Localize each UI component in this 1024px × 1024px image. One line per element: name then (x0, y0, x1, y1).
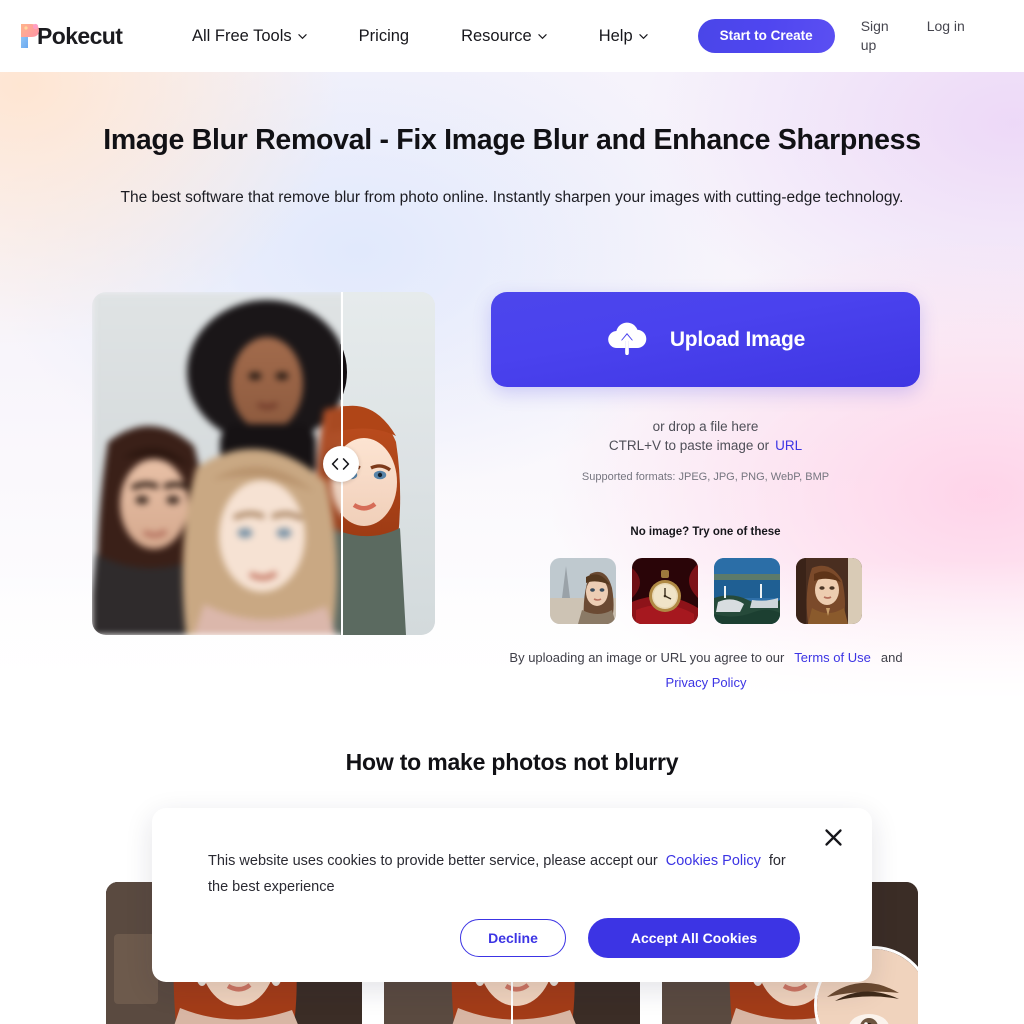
terms-of-use-link[interactable]: Terms of Use (794, 650, 871, 665)
decline-cookies-button[interactable]: Decline (460, 919, 566, 957)
close-icon[interactable] (818, 822, 848, 852)
nav-item-help[interactable]: Help (573, 27, 674, 46)
cookie-banner: This website uses cookies to provide bet… (152, 808, 872, 982)
logo-text: Pokecut (37, 23, 123, 49)
before-after-slider[interactable] (92, 292, 435, 635)
nav-label: Resource (461, 26, 532, 45)
start-to-create-button[interactable]: Start to Create (697, 19, 835, 53)
pokecut-logo-icon (18, 21, 44, 51)
chevron-down-icon (638, 32, 648, 41)
sample-pocket-watch[interactable] (631, 558, 698, 624)
chevron-down-icon (297, 32, 307, 41)
nav-label: All Free Tools (192, 26, 292, 45)
nav-item-all-free-tools[interactable]: All Free Tools (166, 27, 333, 46)
sample-images-label: No image? Try one of these (630, 526, 781, 538)
nav-label: Pricing (358, 26, 410, 45)
chevron-down-icon (538, 32, 547, 41)
site-header: Pokecut All Free Tools Pricing Resource … (0, 0, 1024, 72)
url-link[interactable]: URL (775, 438, 802, 453)
cookies-policy-link[interactable]: Cookies Policy (666, 853, 761, 869)
supported-formats-text: Supported formats: JPEG, JPG, PNG, WebP,… (581, 471, 830, 483)
paste-hint-text: CTRL+V to paste image or (608, 438, 770, 453)
sample-woman-brown[interactable] (795, 558, 862, 624)
terms-agreement: By uploading an image or URL you agree t… (480, 645, 932, 695)
nav-item-pricing[interactable]: Pricing (333, 27, 435, 46)
cookie-banner-text: This website uses cookies to provide bet… (208, 848, 794, 900)
nav-item-resource[interactable]: Resource (435, 27, 573, 46)
upload-image-button[interactable]: Upload Image (491, 292, 920, 387)
agreement-and: and (880, 650, 903, 665)
page-title: Image Blur Removal - Fix Image Blur and … (103, 124, 921, 156)
sample-woman-eiffel[interactable] (549, 558, 616, 624)
logo[interactable]: Pokecut (18, 19, 130, 53)
cookie-text-prefix: This website uses cookies to provide bet… (208, 853, 658, 869)
main-nav: All Free Tools Pricing Resource Help (166, 27, 674, 46)
upload-button-label: Upload Image (669, 327, 806, 351)
log-in-link[interactable]: Log in (927, 17, 969, 36)
cookie-banner-actions: Decline Accept All Cookies (460, 918, 800, 958)
auth-links: Sign up Log in (861, 17, 969, 55)
cloud-upload-icon (606, 321, 648, 359)
sample-harbor-boats[interactable] (713, 558, 780, 624)
drop-hint-line1: or drop a file here (652, 419, 759, 434)
howto-title: How to make photos not blurry (345, 749, 679, 775)
sample-images-list (491, 558, 920, 624)
page-subtitle: The best software that remove blur from … (120, 189, 904, 206)
drop-hint: or drop a file here CTRL+V to paste imag… (491, 417, 920, 455)
chevron-left-icon (331, 457, 339, 470)
chevron-right-icon (342, 457, 350, 470)
agreement-prefix: By uploading an image or URL you agree t… (509, 650, 785, 665)
slider-handle[interactable] (322, 445, 359, 482)
privacy-policy-link[interactable]: Privacy Policy (666, 675, 747, 690)
page-root: Pokecut All Free Tools Pricing Resource … (0, 0, 1024, 1024)
nav-label: Help (598, 26, 633, 45)
sign-up-link[interactable]: Sign up (861, 17, 903, 55)
drop-hint-line2: CTRL+V to paste image or URL (491, 436, 920, 455)
accept-all-cookies-button[interactable]: Accept All Cookies (588, 918, 800, 958)
